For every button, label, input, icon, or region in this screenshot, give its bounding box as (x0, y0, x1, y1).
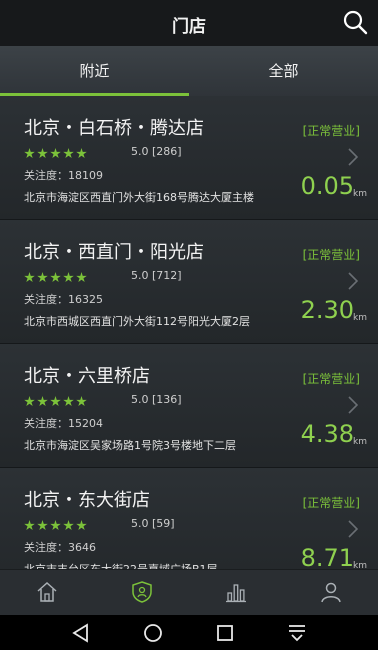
distance-value: 8.71 (300, 544, 354, 569)
store-list-item[interactable]: 北京・东大街店 [正常营业] 5.0 [59] 关注度：3646 北京市丰台区东… (0, 468, 378, 569)
star-icon (37, 520, 48, 531)
distance-value: 2.30 (300, 296, 354, 324)
store-list[interactable]: 北京・白石桥・腾达店 [正常营业] 5.0 [286] 关注度：18109 北京… (0, 96, 378, 569)
home-icon (37, 581, 57, 602)
star-icon (24, 520, 35, 531)
chevron-right-icon (348, 520, 358, 538)
star-icon (63, 396, 74, 407)
distance-unit: km (353, 313, 367, 323)
rating-text: 5.0 [136] (131, 393, 182, 406)
distance-unit: km (353, 561, 367, 569)
distance-unit: km (353, 437, 367, 447)
store-list-item[interactable]: 北京・六里桥店 [正常营业] 5.0 [136] 关注度：15204 北京市海淀… (0, 344, 378, 468)
store-list-item[interactable]: 北京・西直门・阳光店 [正常营业] 5.0 [712] 关注度：16325 北京… (0, 220, 378, 344)
store-address: 北京市海淀区吴家场路1号院3号楼地下二层 (24, 439, 236, 452)
star-rating (24, 516, 89, 531)
store-name: 北京・六里桥店 (24, 366, 150, 387)
rating-text: 5.0 [712] (131, 269, 182, 282)
top-app-bar: 门店 (0, 0, 378, 46)
tab-bar: 附近 全部 (0, 46, 378, 96)
star-rating (24, 392, 89, 407)
status-badge: [正常营业] (302, 496, 360, 510)
nav-stats[interactable] (189, 570, 284, 616)
star-icon (50, 520, 61, 531)
profile-icon (321, 582, 341, 603)
store-name: 北京・东大街店 (24, 490, 150, 511)
status-badge: [正常营业] (302, 372, 360, 386)
star-rating (24, 144, 89, 159)
star-rating (24, 268, 89, 283)
nav-store[interactable] (95, 570, 190, 616)
system-navigation-bar (0, 615, 378, 650)
store-address: 北京市海淀区西直门外大街168号腾达大厦主楼 (24, 191, 254, 204)
star-icon (50, 148, 61, 159)
star-icon (50, 272, 61, 283)
store-list-item[interactable]: 北京・白石桥・腾达店 [正常营业] 5.0 [286] 关注度：18109 北京… (0, 96, 378, 220)
back-icon[interactable] (70, 622, 92, 644)
status-badge: [正常营业] (302, 248, 360, 262)
notification-pulldown-icon[interactable] (286, 622, 308, 644)
chevron-right-icon (348, 396, 358, 414)
nav-home[interactable] (0, 570, 95, 616)
follow-count: 关注度：15204 (24, 417, 103, 430)
follow-count: 关注度：3646 (24, 541, 96, 554)
tab-nearby[interactable]: 附近 (0, 46, 189, 96)
star-icon (37, 396, 48, 407)
star-icon (76, 148, 87, 159)
bottom-navigation (0, 569, 378, 615)
recents-icon[interactable] (214, 622, 236, 644)
star-icon (63, 148, 74, 159)
store-address: 北京市西城区西直门外大街112号阳光大厦2层 (24, 315, 250, 328)
distance-value: 0.05 (300, 172, 354, 200)
chevron-right-icon (348, 272, 358, 290)
star-icon (50, 396, 61, 407)
star-icon (37, 272, 48, 283)
chart-icon (226, 584, 247, 603)
page-title: 门店 (172, 17, 206, 37)
follow-count: 关注度：18109 (24, 169, 103, 182)
store-name: 北京・白石桥・腾达店 (24, 118, 204, 139)
star-icon (37, 148, 48, 159)
star-icon (76, 396, 87, 407)
nav-profile[interactable] (284, 570, 378, 616)
rating-text: 5.0 [59] (131, 517, 175, 530)
distance-value: 4.38 (300, 420, 354, 448)
store-address: 北京市丰台区东大街22号嘉域广场B1层 (24, 561, 218, 569)
home-circle-icon[interactable] (142, 622, 164, 644)
distance-unit: km (353, 189, 367, 199)
star-icon (63, 272, 74, 283)
star-icon (24, 272, 35, 283)
search-icon[interactable] (342, 9, 368, 35)
store-name: 北京・西直门・阳光店 (24, 242, 204, 263)
tab-all[interactable]: 全部 (189, 46, 378, 96)
store-icon (132, 581, 152, 603)
follow-count: 关注度：16325 (24, 293, 103, 306)
star-icon (63, 520, 74, 531)
chevron-right-icon (348, 148, 358, 166)
star-icon (76, 272, 87, 283)
star-icon (76, 520, 87, 531)
star-icon (24, 396, 35, 407)
star-icon (24, 148, 35, 159)
rating-text: 5.0 [286] (131, 145, 182, 158)
status-badge: [正常营业] (302, 124, 360, 138)
